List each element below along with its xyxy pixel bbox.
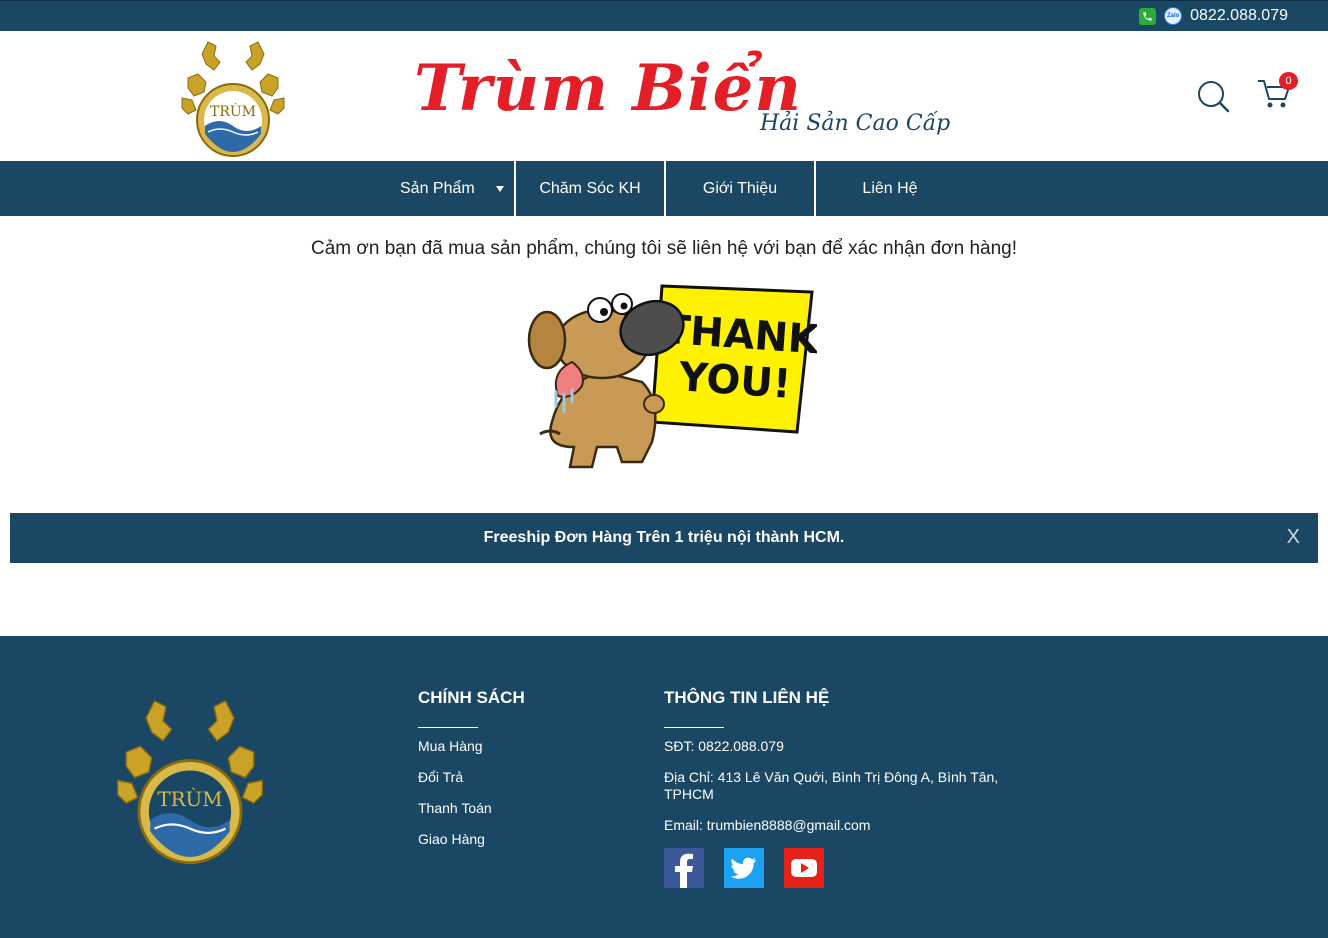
contact-title: THÔNG TIN LIÊN HỆ xyxy=(664,688,830,707)
thank-you-message: Cảm ơn bạn đã mua sản phẩm, chúng tôi sẽ… xyxy=(311,238,1017,259)
chevron-down-icon[interactable] xyxy=(496,186,504,192)
brand-title: Trùm Biển xyxy=(414,51,802,126)
freeship-banner: Freeship Đơn Hàng Trên 1 triệu nội thành… xyxy=(10,513,1318,563)
policy-link-payment[interactable]: Thanh Toán xyxy=(418,800,492,816)
nav-item-customer-care[interactable]: Chăm Sóc KH xyxy=(516,161,664,216)
policy-title: CHÍNH SÁCH xyxy=(418,688,525,707)
policy-link-returns[interactable]: Đổi Trả xyxy=(418,769,463,785)
nav-item-label: Liên Hệ xyxy=(862,179,918,197)
policy-link-shipping[interactable]: Giao Hàng xyxy=(418,831,485,847)
facebook-icon xyxy=(675,853,693,888)
nav-item-label: Chăm Sóc KH xyxy=(539,179,641,197)
search-button[interactable] xyxy=(1196,79,1230,113)
contact-address-line2: TPHCM xyxy=(664,786,714,802)
youtube-icon xyxy=(791,859,817,877)
site-header: TRÙM Trùm Biển Hải Sản Cao Cấp 0 xyxy=(0,31,1328,161)
logo-text: TRÙM xyxy=(210,102,256,120)
nav-item-about[interactable]: Giới Thiệu xyxy=(666,161,814,216)
brand-subtitle: Hải Sản Cao Cấp xyxy=(760,111,951,136)
thank-you-illustration: THANK YOU! xyxy=(512,282,822,476)
banner-text: Freeship Đơn Hàng Trên 1 triệu nội thành… xyxy=(483,529,845,546)
nav-item-products[interactable]: Sản Phẩm xyxy=(380,161,514,216)
site-footer: TRÙM CHÍNH SÁCH Mua Hàng Đổi Trả Thanh T… xyxy=(0,636,1328,938)
site-logo[interactable]: TRÙM xyxy=(178,34,288,160)
nav-item-contact[interactable]: Liên Hệ xyxy=(816,161,964,216)
policy-link-purchase[interactable]: Mua Hàng xyxy=(418,738,483,754)
brand-wordmark[interactable]: Trùm Biển Hải Sản Cao Cấp xyxy=(410,43,950,153)
cart-count-badge: 0 xyxy=(1279,72,1298,90)
top-phone-number[interactable]: 0822.088.079 xyxy=(1190,7,1288,25)
contact-phone[interactable]: SĐT: 0822.088.079 xyxy=(664,738,784,755)
phone-icon xyxy=(1139,7,1157,25)
contact-divider xyxy=(664,727,724,728)
search-icon xyxy=(1198,81,1230,113)
contact-address-line1: Địa Chỉ: 413 Lê Văn Quới, Bình Trị Đông … xyxy=(664,769,999,785)
close-icon[interactable]: X xyxy=(1287,526,1300,549)
nav-item-label: Giới Thiệu xyxy=(702,179,778,197)
facebook-link[interactable] xyxy=(664,848,704,888)
youtube-link[interactable] xyxy=(784,848,824,888)
nav-item-label: Sản Phẩm xyxy=(400,179,475,197)
twitter-link[interactable] xyxy=(724,848,764,888)
sign-text-you: YOU! xyxy=(676,354,792,408)
top-bar: Zalo 0822.088.079 xyxy=(0,0,1328,31)
contact-email[interactable]: Email: trumbien8888@gmail.com xyxy=(664,817,870,834)
policy-divider xyxy=(418,727,478,728)
main-nav: Sản Phẩm Chăm Sóc KH Giới Thiệu Liên Hệ xyxy=(0,161,1328,216)
top-contact[interactable]: Zalo 0822.088.079 xyxy=(1139,7,1288,25)
twitter-icon xyxy=(730,857,757,879)
footer-logo-text: TRÙM xyxy=(157,786,222,811)
footer-logo[interactable]: TRÙM xyxy=(112,688,268,870)
zalo-icon: Zalo xyxy=(1164,7,1183,25)
